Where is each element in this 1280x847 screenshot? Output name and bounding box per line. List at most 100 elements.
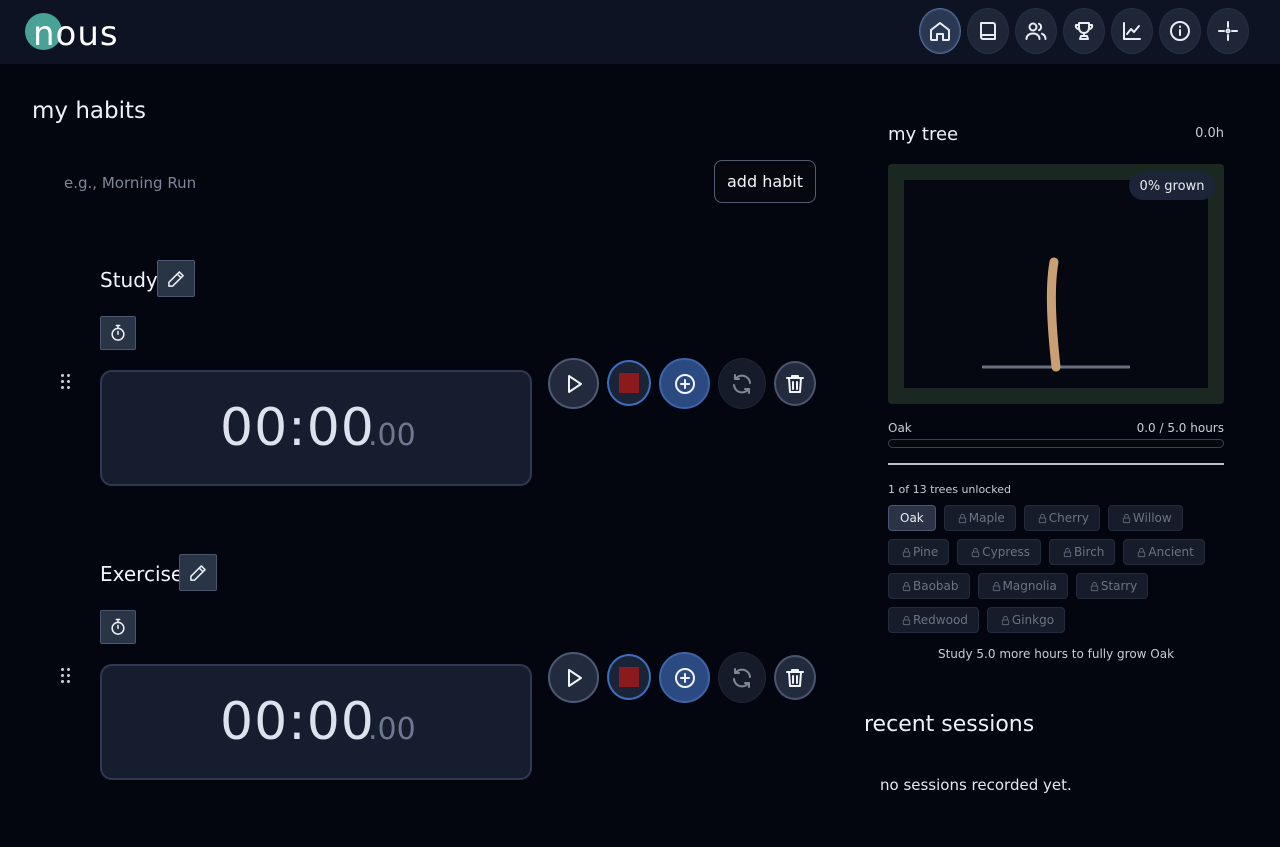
top-bar: nous — [0, 0, 1280, 64]
trees-unlocked-text: 1 of 13 trees unlocked — [888, 483, 1011, 496]
lock-icon — [1089, 581, 1100, 592]
start-button[interactable] — [548, 652, 599, 703]
tree-chip-label: Cherry — [1048, 511, 1089, 525]
trophy-icon — [1074, 22, 1094, 40]
plus-circle-icon — [674, 667, 695, 688]
tree-chip-oak[interactable]: Oak — [888, 505, 936, 531]
pencil-icon — [190, 564, 206, 581]
stop-icon — [619, 373, 639, 393]
chart-icon — [1123, 22, 1141, 40]
nav-achievements-button[interactable] — [1063, 8, 1105, 54]
tree-canvas — [904, 180, 1208, 388]
tree-chip-ginkgo[interactable]: Ginkgo — [986, 607, 1066, 633]
tree-chip-magnolia[interactable]: Magnolia — [977, 573, 1068, 599]
tree-chip-label: Cypress — [982, 545, 1030, 559]
home-icon — [930, 22, 950, 41]
reset-button[interactable] — [718, 358, 766, 409]
logo-text: nous — [33, 14, 119, 54]
tree-chip-label: Maple — [968, 511, 1005, 525]
refresh-icon — [733, 667, 751, 688]
stop-icon — [619, 667, 639, 687]
habit-card: Study 00:00 .00 — [0, 260, 840, 500]
timer-mode-button[interactable] — [100, 316, 136, 350]
nav-friends-button[interactable] — [1015, 8, 1057, 54]
divider — [888, 463, 1224, 465]
new-habit-input[interactable] — [52, 168, 652, 198]
timer-time: 00:00 — [220, 398, 375, 458]
reset-button[interactable] — [718, 652, 766, 703]
lock-icon — [901, 581, 912, 592]
lock-icon — [1000, 615, 1011, 626]
tree-chip-label: Ginkgo — [1011, 613, 1055, 627]
trash-icon — [786, 374, 804, 393]
tree-chip-starry[interactable]: Starry — [1075, 573, 1149, 599]
delete-habit-button[interactable] — [774, 361, 816, 406]
add-habit-button[interactable]: add habit — [714, 160, 816, 203]
tree-chip-redwood[interactable]: Redwood — [888, 607, 979, 633]
delete-habit-button[interactable] — [774, 655, 816, 700]
main-nav — [919, 8, 1249, 54]
tree-chip-birch[interactable]: Birch — [1048, 539, 1116, 565]
stopwatch-icon — [111, 618, 125, 635]
stop-button[interactable] — [607, 360, 651, 406]
tree-frame — [888, 164, 1224, 404]
edit-habit-button[interactable] — [179, 554, 217, 591]
tree-progress-text: 0.0 / 5.0 hours — [1136, 421, 1224, 435]
lock-icon — [901, 547, 912, 558]
stop-button[interactable] — [607, 654, 651, 700]
lock-icon — [1062, 547, 1073, 558]
start-button[interactable] — [548, 358, 599, 409]
play-icon — [567, 374, 582, 393]
nav-journal-button[interactable] — [967, 8, 1009, 54]
tree-chip-maple[interactable]: Maple — [943, 505, 1016, 531]
nav-about-button[interactable] — [1159, 8, 1201, 54]
lock-icon — [1136, 547, 1147, 558]
recent-sessions-title: recent sessions — [864, 712, 1035, 737]
lock-icon — [1037, 513, 1048, 524]
sparkle-icon — [1218, 21, 1238, 41]
tree-chip-label: Willow — [1132, 511, 1172, 525]
lock-icon — [1121, 513, 1132, 524]
sapling-trunk — [1046, 257, 1061, 372]
tree-chip-label: Starry — [1100, 579, 1138, 593]
drag-handle[interactable] — [60, 374, 72, 392]
tree-chip-label: Redwood — [913, 613, 968, 627]
play-icon — [567, 668, 582, 687]
habit-name: Exercise — [100, 562, 184, 586]
lock-icon — [991, 581, 1002, 592]
stopwatch-icon — [111, 324, 125, 341]
tree-chip-willow[interactable]: Willow — [1107, 505, 1183, 531]
refresh-icon — [733, 373, 751, 394]
timer-time: 00:00 — [220, 692, 375, 752]
tree-chip-pine[interactable]: Pine — [888, 539, 950, 565]
add-time-button[interactable] — [659, 358, 710, 409]
drag-handle[interactable] — [60, 668, 72, 686]
nav-stats-button[interactable] — [1111, 8, 1153, 54]
tree-chip-label: Oak — [900, 511, 924, 525]
tree-species-list: Oak Maple Cherry Willow Pine Cypress Birch Anci… — [888, 505, 1224, 633]
tree-chip-baobab[interactable]: Baobab — [888, 573, 970, 599]
page-title: my habits — [32, 98, 146, 124]
info-icon — [1170, 21, 1190, 41]
logo[interactable]: nous — [24, 12, 124, 56]
habit-name: Study — [100, 268, 158, 292]
tree-chip-cherry[interactable]: Cherry — [1023, 505, 1100, 531]
trash-icon — [786, 668, 804, 687]
tree-chip-label: Ancient — [1148, 545, 1194, 559]
plus-circle-icon — [674, 373, 695, 394]
nav-home-button[interactable] — [919, 8, 961, 54]
users-icon — [1025, 22, 1047, 40]
tree-chip-label: Magnolia — [1002, 579, 1057, 593]
add-time-button[interactable] — [659, 652, 710, 703]
tree-chip-cypress[interactable]: Cypress — [957, 539, 1041, 565]
timer-ms: .00 — [368, 418, 416, 453]
tree-title: my tree — [888, 124, 959, 145]
tree-chip-ancient[interactable]: Ancient — [1123, 539, 1205, 565]
nav-focus-button[interactable] — [1207, 8, 1249, 54]
book-icon — [980, 22, 996, 40]
grow-hint: Study 5.0 more hours to fully grow Oak — [937, 647, 1175, 661]
edit-habit-button[interactable] — [157, 260, 195, 297]
timer-mode-button[interactable] — [100, 610, 136, 644]
current-tree-name: Oak — [888, 421, 912, 435]
tree-illustration — [982, 257, 1130, 372]
